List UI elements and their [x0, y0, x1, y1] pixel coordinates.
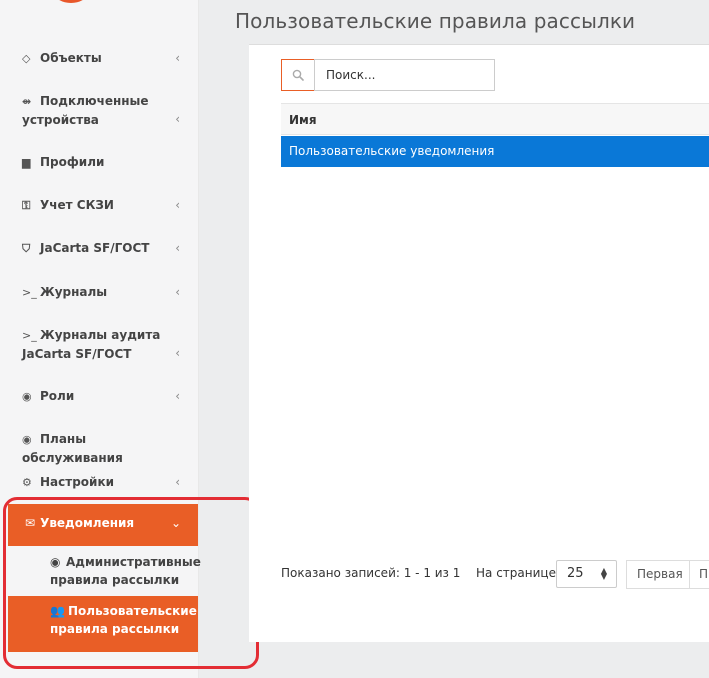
per-page-select[interactable]: 25 ▲ ▼ — [556, 560, 617, 588]
table-header: Имя — [281, 103, 709, 135]
search-button[interactable] — [281, 59, 315, 91]
records-info: Показано записей: 1 - 1 из 1 — [281, 566, 461, 580]
prev-page-button[interactable]: П — [689, 560, 709, 589]
terminal-icon: >_ — [22, 329, 37, 342]
table-cell-name: Пользовательские уведомления — [289, 144, 495, 158]
chevron-left-icon: ‹ — [175, 346, 180, 360]
chevron-left-icon: ‹ — [175, 241, 180, 255]
user-circle-icon: ◉ — [22, 433, 32, 446]
sidebar-item-label: Настройки — [40, 475, 115, 489]
per-page-label: На странице: — [476, 566, 560, 580]
per-page-value: 25 — [567, 566, 584, 581]
sidebar-item-label: Профили — [40, 155, 105, 169]
shield-icon: ⛉ — [22, 242, 31, 255]
sidebar-item-label: Подключенные устройства — [22, 94, 149, 127]
chevron-left-icon: ‹ — [175, 112, 180, 126]
key-icon: ⚿ — [22, 199, 31, 212]
page-title: Пользовательские правила рассылки — [235, 9, 636, 33]
chevron-left-icon: ‹ — [175, 389, 180, 403]
diamond-icon: ◇ — [22, 52, 31, 65]
sidebar-item-label: Журналы — [40, 285, 108, 299]
usb-icon: ⇴ — [22, 95, 32, 108]
folder-icon: ▆ — [22, 156, 31, 169]
user-circle-icon: ◉ — [22, 390, 32, 403]
logo — [47, 0, 95, 3]
highlight-annotation — [3, 497, 259, 669]
sidebar-item-label: Учет СКЗИ — [40, 198, 114, 212]
search-icon — [292, 69, 304, 81]
chevron-left-icon: ‹ — [175, 285, 180, 299]
table-row[interactable]: Пользовательские уведомления — [281, 136, 709, 167]
search-input[interactable] — [314, 59, 495, 91]
terminal-icon: >_ — [22, 286, 37, 299]
chevron-left-icon: ‹ — [175, 475, 180, 489]
gears-icon: ⚙ — [22, 476, 32, 489]
sidebar-item-label: Объекты — [40, 51, 102, 65]
sidebar-item-label: Планы обслуживания — [22, 432, 123, 465]
first-page-button[interactable]: Первая — [626, 560, 690, 589]
sidebar-item-label: Роли — [40, 389, 75, 403]
chevron-left-icon: ‹ — [175, 198, 180, 212]
select-arrows-icon: ▲ ▼ — [600, 566, 607, 581]
sidebar-item-label: Журналы аудита JaCarta SF/ГОСТ — [22, 328, 161, 361]
sidebar-item-label: JaCarta SF/ГОСТ — [40, 241, 150, 255]
column-header-name[interactable]: Имя — [289, 113, 317, 127]
chevron-left-icon: ‹ — [175, 51, 180, 65]
